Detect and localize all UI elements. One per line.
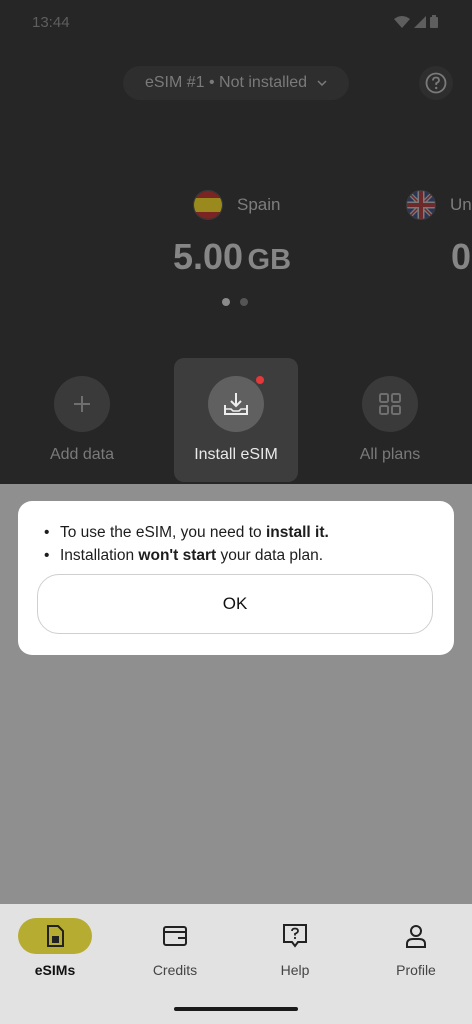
nav-item-credits[interactable]: Credits: [116, 918, 234, 978]
grid-icon: [379, 393, 401, 415]
sim-card-icon: [47, 925, 64, 947]
person-icon: [406, 925, 426, 948]
dialog-line-1-text: To use the eSIM, you need to: [60, 524, 266, 541]
help-button[interactable]: [419, 66, 453, 100]
download-tray-icon: [224, 393, 248, 415]
esim-overview-panel: 13:44 eSIM #1 • Not installed Spain 5.00…: [0, 0, 472, 484]
dialog-message: • To use the eSIM, you need to install i…: [44, 521, 329, 567]
install-esim-label: Install eSIM: [194, 446, 278, 463]
add-data-label: Add data: [49, 446, 115, 463]
carousel-pagination: [222, 298, 248, 306]
dialog-line-1-bold: install it.: [265, 524, 329, 541]
plus-icon: [74, 396, 90, 412]
add-data-circle: [54, 376, 110, 432]
nav-label-profile: Profile: [396, 962, 436, 978]
install-info-dialog: • To use the eSIM, you need to install i…: [18, 501, 454, 655]
pagination-dot-active[interactable]: [222, 298, 230, 306]
wallet-icon: [163, 926, 187, 946]
nav-active-indicator: [18, 918, 92, 954]
nav-label-help: Help: [280, 962, 310, 978]
notification-dot: [256, 376, 264, 384]
install-esim-circle: [208, 376, 264, 432]
nav-icon-wrap: [258, 918, 332, 954]
data-value: 0: [451, 236, 472, 277]
status-time: 13:44: [32, 14, 70, 31]
nav-icon-wrap: [138, 918, 212, 954]
dialog-line-2-end: your data plan.: [216, 547, 324, 564]
country-card-spain[interactable]: Spain: [193, 190, 280, 220]
help-chat-icon: [283, 924, 307, 948]
all-plans-label: All plans: [359, 446, 421, 463]
dialog-bullet-1: • To use the eSIM, you need to install i…: [44, 521, 329, 544]
country-name: Uni: [450, 195, 472, 214]
spain-flag-icon: [193, 190, 223, 220]
esim-selector-label: eSIM #1 • Not installed: [144, 74, 308, 91]
wifi-icon: [394, 15, 410, 28]
nav-icon-wrap: [379, 918, 453, 954]
nav-item-profile[interactable]: Profile: [357, 918, 472, 978]
all-plans-circle: [362, 376, 418, 432]
add-data-button[interactable]: Add data: [20, 358, 144, 482]
battery-icon: [430, 15, 438, 28]
home-indicator[interactable]: [174, 1007, 298, 1011]
uk-flag-icon: [406, 190, 436, 220]
country-card-uk[interactable]: Uni: [406, 190, 472, 220]
ok-button[interactable]: OK: [37, 574, 433, 634]
dialog-bullet-2: • Installation won't start your data pla…: [44, 544, 329, 567]
install-esim-button[interactable]: Install eSIM: [174, 358, 298, 482]
signal-icon: [414, 15, 426, 28]
nav-item-esims[interactable]: eSIMs: [0, 918, 114, 978]
chevron-down-icon: [317, 80, 327, 86]
esim-selector[interactable]: eSIM #1 • Not installed: [123, 66, 349, 100]
all-plans-button[interactable]: All plans: [328, 358, 452, 482]
bullet-mark: •: [44, 524, 50, 541]
question-circle-icon: [425, 72, 447, 94]
pagination-dot[interactable]: [240, 298, 248, 306]
bullet-mark: •: [44, 547, 50, 564]
data-amount: 0: [451, 236, 471, 278]
dialog-line-1: To use the eSIM, you need to install it.: [60, 521, 329, 544]
dialog-line-2: Installation won't start your data plan.: [60, 544, 323, 567]
data-amount: 5.00 GB: [173, 236, 291, 278]
data-value: 5.00: [173, 236, 244, 277]
status-icons: [394, 15, 438, 28]
bottom-navigation: eSIMs Credits Help Profile: [0, 904, 472, 1024]
nav-label-esims: eSIMs: [34, 962, 76, 978]
nav-item-help[interactable]: Help: [236, 918, 354, 978]
dialog-line-2-bold: won't start: [138, 547, 217, 564]
nav-label-credits: Credits: [152, 962, 198, 978]
data-unit: GB: [247, 244, 292, 276]
screen: 13:44 eSIM #1 • Not installed Spain 5.00…: [0, 0, 472, 1024]
country-name: Spain: [237, 195, 281, 214]
dialog-line-2-text: Installation: [60, 547, 139, 564]
